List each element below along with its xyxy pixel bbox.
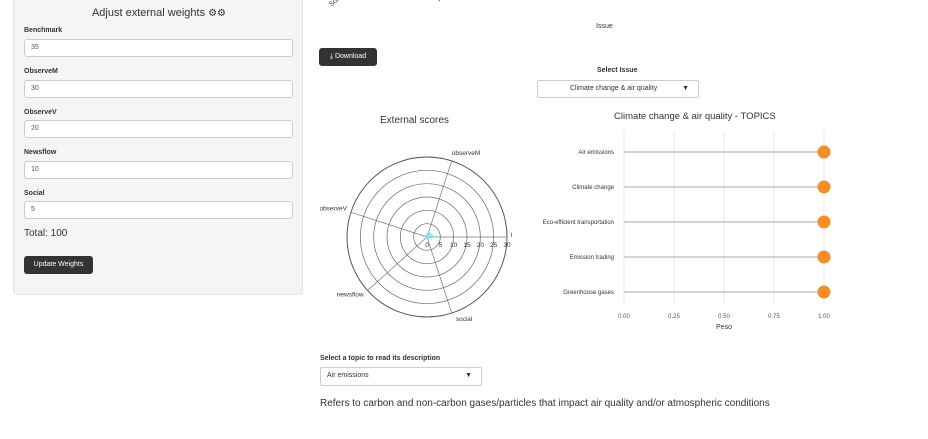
topic-select-value: Air emissions	[327, 372, 369, 379]
radar-spoke	[350, 211, 428, 238]
issue-select-value: Climate change & air quality	[570, 85, 658, 92]
radar-tick-label: 25	[490, 242, 498, 249]
radar-spoke	[426, 160, 453, 238]
topic-description: Refers to carbon and non-carbon gases/pa…	[320, 398, 770, 409]
topics-x-axis-title: Peso	[716, 324, 732, 331]
topics-category-label: Air emissions	[578, 150, 614, 156]
radar-data-area	[424, 231, 436, 239]
topics-x-tick-label: 0.75	[768, 314, 780, 320]
total-text: Total: 100	[24, 228, 68, 239]
radar-tick-label: 30	[503, 242, 511, 249]
caret-down-icon: ▼	[465, 372, 472, 379]
radar-spoke	[367, 236, 428, 291]
gears-icon: ⚙⚙	[208, 8, 227, 19]
topics-x-tick-label: 0.25	[668, 314, 680, 320]
topics-x-tick-label: 0.00	[618, 314, 630, 320]
caret-down-icon: ▼	[682, 85, 689, 92]
topics-category-label: Climate change	[572, 185, 614, 191]
observem-label: ObserveM	[24, 68, 58, 75]
top-axis-tick: Solvency	[328, 0, 354, 8]
select-issue-label: Select Issue	[597, 67, 638, 74]
topics-category-label: Emission trading	[570, 255, 614, 261]
observev-input[interactable]: 20	[24, 120, 293, 138]
panel-title: Adjust external weights ⚙⚙	[14, 7, 304, 19]
radar-tick-label: 15	[463, 242, 471, 249]
topics-x-tick-label: 1.00	[818, 314, 830, 320]
newsflow-label: Newsflow	[24, 149, 57, 156]
observev-label: ObserveV	[24, 109, 57, 116]
top-axis-tick: Re	[436, 0, 447, 3]
social-label: Social	[24, 190, 45, 197]
topics-point	[817, 215, 831, 229]
radar-tick-label: 0	[425, 242, 429, 249]
benchmark-input[interactable]: 35	[24, 39, 293, 57]
topics-title: Climate change & air quality - TOPICS	[614, 111, 776, 122]
download-label: Download	[334, 53, 367, 60]
radar-axis-label: l	[511, 232, 513, 239]
radar-chart: observeM observeV newsflow social l 0 5 10 15 20 2…	[320, 150, 513, 323]
radar-axis-label: social	[456, 316, 473, 323]
issue-select[interactable]: Climate change & air quality ▼	[537, 80, 699, 98]
topic-select[interactable]: Air emissions ▼	[320, 367, 482, 386]
benchmark-label: Benchmark	[24, 27, 63, 34]
radar-axis-label: observeV	[320, 205, 348, 212]
topic-select-label: Select a topic to read its description	[320, 355, 441, 362]
download-icon: ⤓	[329, 53, 333, 60]
radar-axis-label: observeM	[452, 150, 481, 157]
topics-point	[817, 250, 831, 264]
radar-tick-label: 20	[477, 242, 485, 249]
topics-chart: 0.00 0.25 0.50 0.75 1.00 Air emissions Climate…	[543, 131, 831, 331]
radar-axis-label: newsflow	[337, 292, 364, 299]
newsflow-input[interactable]: 10	[24, 161, 293, 179]
update-weights-button[interactable]: Update Weights	[24, 256, 93, 274]
topics-category-label: Eco-efficient transportation	[543, 220, 614, 226]
issue-axis-title: Issue	[596, 23, 613, 30]
radar-tick-label: 5	[439, 242, 443, 249]
observem-input[interactable]: 30	[24, 80, 293, 98]
topics-category-label: Greenhouse gases	[563, 290, 614, 296]
download-button[interactable]: ⤓ Download	[319, 48, 377, 66]
social-input[interactable]: 5	[24, 201, 293, 219]
topics-point	[817, 180, 831, 194]
topics-x-tick-label: 0.50	[718, 314, 730, 320]
weights-panel: Adjust external weights ⚙⚙ Benchmark 35 O…	[13, 0, 303, 295]
radar-tick-label: 10	[450, 242, 458, 249]
topics-point	[817, 145, 831, 159]
panel-title-text: Adjust external weights	[91, 7, 206, 19]
topics-point	[817, 285, 831, 299]
